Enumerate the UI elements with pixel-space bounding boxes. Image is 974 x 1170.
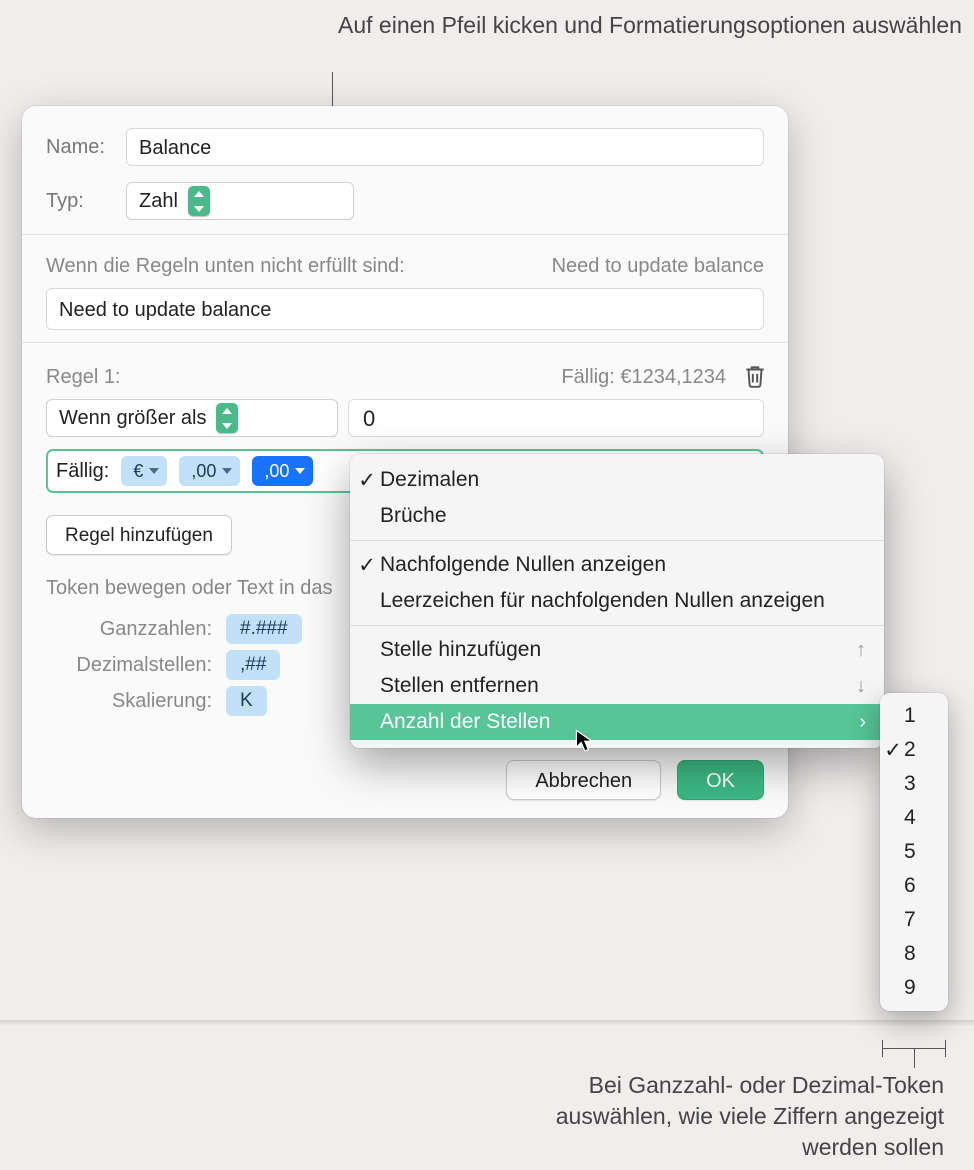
scale-token-pill[interactable]: K bbox=[226, 686, 267, 716]
name-label: Name: bbox=[46, 136, 126, 159]
ok-button[interactable]: OK bbox=[677, 760, 764, 800]
menu-item-label: Anzahl der Stellen bbox=[380, 710, 550, 734]
submenu-item-1[interactable]: 1 bbox=[880, 699, 948, 733]
cancel-button[interactable]: Abbrechen bbox=[506, 760, 661, 800]
submenu-item-label: 6 bbox=[904, 874, 916, 898]
callout-bottom: Bei Ganzzahl- oder Dezimal-Token auswähl… bbox=[494, 1070, 944, 1163]
rule-header-label: Regel 1: bbox=[46, 366, 121, 389]
name-row: Name: Balance bbox=[22, 120, 788, 174]
fallback-input[interactable]: Need to update balance bbox=[46, 288, 764, 330]
callout-top-text: Auf einen Pfeil kicken und Formatierungs… bbox=[338, 12, 962, 38]
currency-token[interactable]: € bbox=[121, 456, 167, 486]
type-dropdown[interactable]: Zahl bbox=[126, 182, 354, 220]
rule-header: Regel 1: Fällig: €1234,1234 bbox=[22, 349, 788, 399]
submenu-item-label: 5 bbox=[904, 840, 916, 864]
format-prefix: Fällig: bbox=[56, 460, 109, 483]
type-label: Typ: bbox=[46, 190, 126, 213]
floor-gradient bbox=[0, 1020, 974, 1026]
condition-value-input[interactable]: 0 bbox=[348, 399, 764, 437]
menu-item-label: Dezimalen bbox=[380, 468, 479, 492]
menu-item-num-places[interactable]: Anzahl der Stellen › bbox=[350, 704, 884, 740]
menu-item-remove-place[interactable]: Stellen entfernen ↓ bbox=[350, 668, 884, 704]
menu-item-trailing-zeros[interactable]: ✓ Nachfolgende Nullen anzeigen bbox=[350, 547, 884, 583]
checkmark-icon: ✓ bbox=[884, 738, 902, 763]
checkmark-icon: ✓ bbox=[356, 468, 378, 493]
dialog-buttons: Abbrechen OK bbox=[506, 760, 764, 800]
legend-label: Skalierung: bbox=[46, 690, 226, 713]
submenu-item-label: 3 bbox=[904, 772, 916, 796]
menu-item-label: Brüche bbox=[380, 504, 447, 528]
dropdown-stepper-icon bbox=[188, 186, 210, 216]
submenu-item-5[interactable]: 5 bbox=[880, 835, 948, 869]
fallback-preview: Need to update balance bbox=[552, 255, 764, 278]
submenu-item-label: 4 bbox=[904, 806, 916, 830]
menu-item-label: Leerzeichen für nachfolgenden Nullen anz… bbox=[380, 589, 825, 613]
rule-condition-row: Wenn größer als 0 bbox=[22, 399, 788, 437]
menu-item-label: Nachfolgende Nullen anzeigen bbox=[380, 553, 666, 577]
menu-item-label: Stelle hinzufügen bbox=[380, 638, 541, 662]
submenu-item-7[interactable]: 7 bbox=[880, 903, 948, 937]
arrow-up-icon: ↑ bbox=[856, 639, 866, 662]
menu-item-trailing-spaces[interactable]: Leerzeichen für nachfolgenden Nullen anz… bbox=[350, 583, 884, 619]
submenu-item-label: 2 bbox=[904, 738, 916, 762]
submenu-item-8[interactable]: 8 bbox=[880, 937, 948, 971]
decimal-token-2-label: ,00 bbox=[264, 461, 289, 482]
integer-token-pill[interactable]: #.### bbox=[226, 614, 302, 644]
leader-line-bottom-drop bbox=[914, 1048, 915, 1068]
chevron-right-icon: › bbox=[859, 711, 866, 734]
token-options-menu[interactable]: ✓ Dezimalen Brüche ✓ Nachfolgende Nullen… bbox=[350, 454, 884, 748]
callout-top: Auf einen Pfeil kicken und Formatierungs… bbox=[338, 10, 962, 41]
submenu-item-label: 7 bbox=[904, 908, 916, 932]
chevron-down-icon bbox=[295, 468, 305, 474]
menu-separator bbox=[350, 540, 884, 541]
fallback-label: Wenn die Regeln unten nicht erfüllt sind… bbox=[46, 255, 405, 278]
type-row: Typ: Zahl bbox=[22, 174, 788, 228]
menu-item-add-place[interactable]: Stelle hinzufügen ↑ bbox=[350, 632, 884, 668]
legend-label: Ganzzahlen: bbox=[46, 618, 226, 641]
submenu-item-9[interactable]: 9 bbox=[880, 971, 948, 1005]
condition-dropdown[interactable]: Wenn größer als bbox=[46, 399, 338, 437]
trash-icon[interactable] bbox=[742, 363, 770, 391]
menu-item-decimals[interactable]: ✓ Dezimalen bbox=[350, 462, 884, 498]
decimal-token-2[interactable]: ,00 bbox=[252, 456, 313, 486]
fallback-row: Wenn die Regeln unten nicht erfüllt sind… bbox=[22, 241, 788, 288]
submenu-item-label: 1 bbox=[904, 704, 916, 728]
submenu-item-label: 8 bbox=[904, 942, 916, 966]
callout-bottom-text: Bei Ganzzahl- oder Dezimal-Token auswähl… bbox=[556, 1072, 944, 1160]
divider bbox=[22, 234, 788, 235]
num-places-submenu[interactable]: 1✓23456789 bbox=[880, 693, 948, 1011]
decimal-token-pill[interactable]: ,## bbox=[226, 650, 280, 680]
currency-token-label: € bbox=[133, 461, 143, 482]
chevron-down-icon bbox=[222, 468, 232, 474]
decimal-token-1[interactable]: ,00 bbox=[179, 456, 240, 486]
submenu-item-6[interactable]: 6 bbox=[880, 869, 948, 903]
submenu-item-label: 9 bbox=[904, 976, 916, 1000]
type-dropdown-value: Zahl bbox=[139, 190, 178, 213]
menu-item-fractions[interactable]: Brüche bbox=[350, 498, 884, 534]
menu-item-label: Stellen entfernen bbox=[380, 674, 539, 698]
add-rule-button[interactable]: Regel hinzufügen bbox=[46, 515, 232, 555]
menu-separator bbox=[350, 625, 884, 626]
mouse-cursor-icon bbox=[574, 728, 598, 752]
submenu-item-4[interactable]: 4 bbox=[880, 801, 948, 835]
dropdown-stepper-icon bbox=[216, 403, 238, 433]
name-input[interactable]: Balance bbox=[126, 128, 764, 166]
checkmark-icon: ✓ bbox=[356, 553, 378, 578]
condition-dropdown-value: Wenn größer als bbox=[59, 407, 206, 430]
chevron-down-icon bbox=[149, 468, 159, 474]
rule-header-preview: Fällig: €1234,1234 bbox=[561, 366, 726, 389]
legend-label: Dezimalstellen: bbox=[46, 654, 226, 677]
submenu-item-3[interactable]: 3 bbox=[880, 767, 948, 801]
divider bbox=[22, 342, 788, 343]
submenu-item-2[interactable]: ✓2 bbox=[880, 733, 948, 767]
decimal-token-1-label: ,00 bbox=[191, 461, 216, 482]
arrow-down-icon: ↓ bbox=[856, 675, 866, 698]
